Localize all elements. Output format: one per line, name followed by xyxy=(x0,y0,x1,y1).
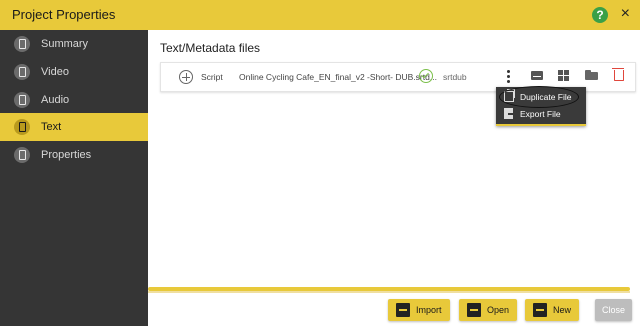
new-icon xyxy=(533,303,547,317)
sidebar-item-summary[interactable]: Summary xyxy=(0,30,148,58)
sidebar-item-audio[interactable]: Audio xyxy=(0,86,148,114)
audio-icon xyxy=(14,92,30,108)
project-properties-window: Project Properties ? × Summary Video Aud… xyxy=(0,0,640,326)
window-title: Project Properties xyxy=(12,7,116,22)
help-icon[interactable]: ? xyxy=(592,7,608,23)
document-icon xyxy=(14,36,30,52)
file-type-label: Script xyxy=(201,72,223,82)
section-heading: Text/Metadata files xyxy=(160,41,261,55)
sidebar-item-label: Audio xyxy=(41,94,70,106)
menu-item-label: Export File xyxy=(520,109,561,119)
content-panel: Text/Metadata files Script Online Cyclin… xyxy=(148,30,640,326)
file-format: srtdub xyxy=(443,72,467,82)
highlight-annotation xyxy=(499,86,579,108)
open-button-label: Open xyxy=(487,305,510,315)
close-button-label: Close xyxy=(602,305,626,315)
subtitles-icon[interactable] xyxy=(531,71,543,80)
file-name: Online Cycling Cafe_EN_final_v2 -Short- … xyxy=(239,72,437,82)
add-circle-icon[interactable] xyxy=(179,70,193,84)
text-icon xyxy=(14,119,30,135)
sidebar-item-label: Summary xyxy=(41,38,89,50)
sidebar-item-video[interactable]: Video xyxy=(0,58,148,86)
sidebar-item-label: Text xyxy=(41,121,62,133)
close-icon[interactable]: × xyxy=(621,5,630,23)
folder-open-icon[interactable] xyxy=(585,70,598,80)
trash-icon[interactable] xyxy=(612,68,624,81)
new-button[interactable]: New xyxy=(525,299,579,321)
open-button[interactable]: Open xyxy=(459,299,517,321)
import-button[interactable]: Import xyxy=(388,299,450,321)
check-circle-icon xyxy=(419,69,433,83)
export-icon xyxy=(504,108,514,119)
new-button-label: New xyxy=(553,305,572,315)
sidebar-item-label: Video xyxy=(41,66,69,78)
close-button[interactable]: Close xyxy=(595,299,632,321)
title-bar: Project Properties ? × xyxy=(0,0,640,30)
video-icon xyxy=(14,64,30,80)
grid-icon[interactable] xyxy=(558,70,569,81)
import-icon xyxy=(396,303,410,317)
open-icon xyxy=(467,303,481,317)
more-vertical-icon[interactable] xyxy=(507,70,511,83)
import-button-label: Import xyxy=(416,305,442,315)
sidebar: Summary Video Audio Text Properties xyxy=(0,30,148,326)
properties-icon xyxy=(14,147,30,163)
sidebar-item-text[interactable]: Text xyxy=(0,113,148,141)
progress-bar-shadow xyxy=(148,291,630,293)
sidebar-item-label: Properties xyxy=(41,149,92,161)
sidebar-item-properties[interactable]: Properties xyxy=(0,141,148,169)
